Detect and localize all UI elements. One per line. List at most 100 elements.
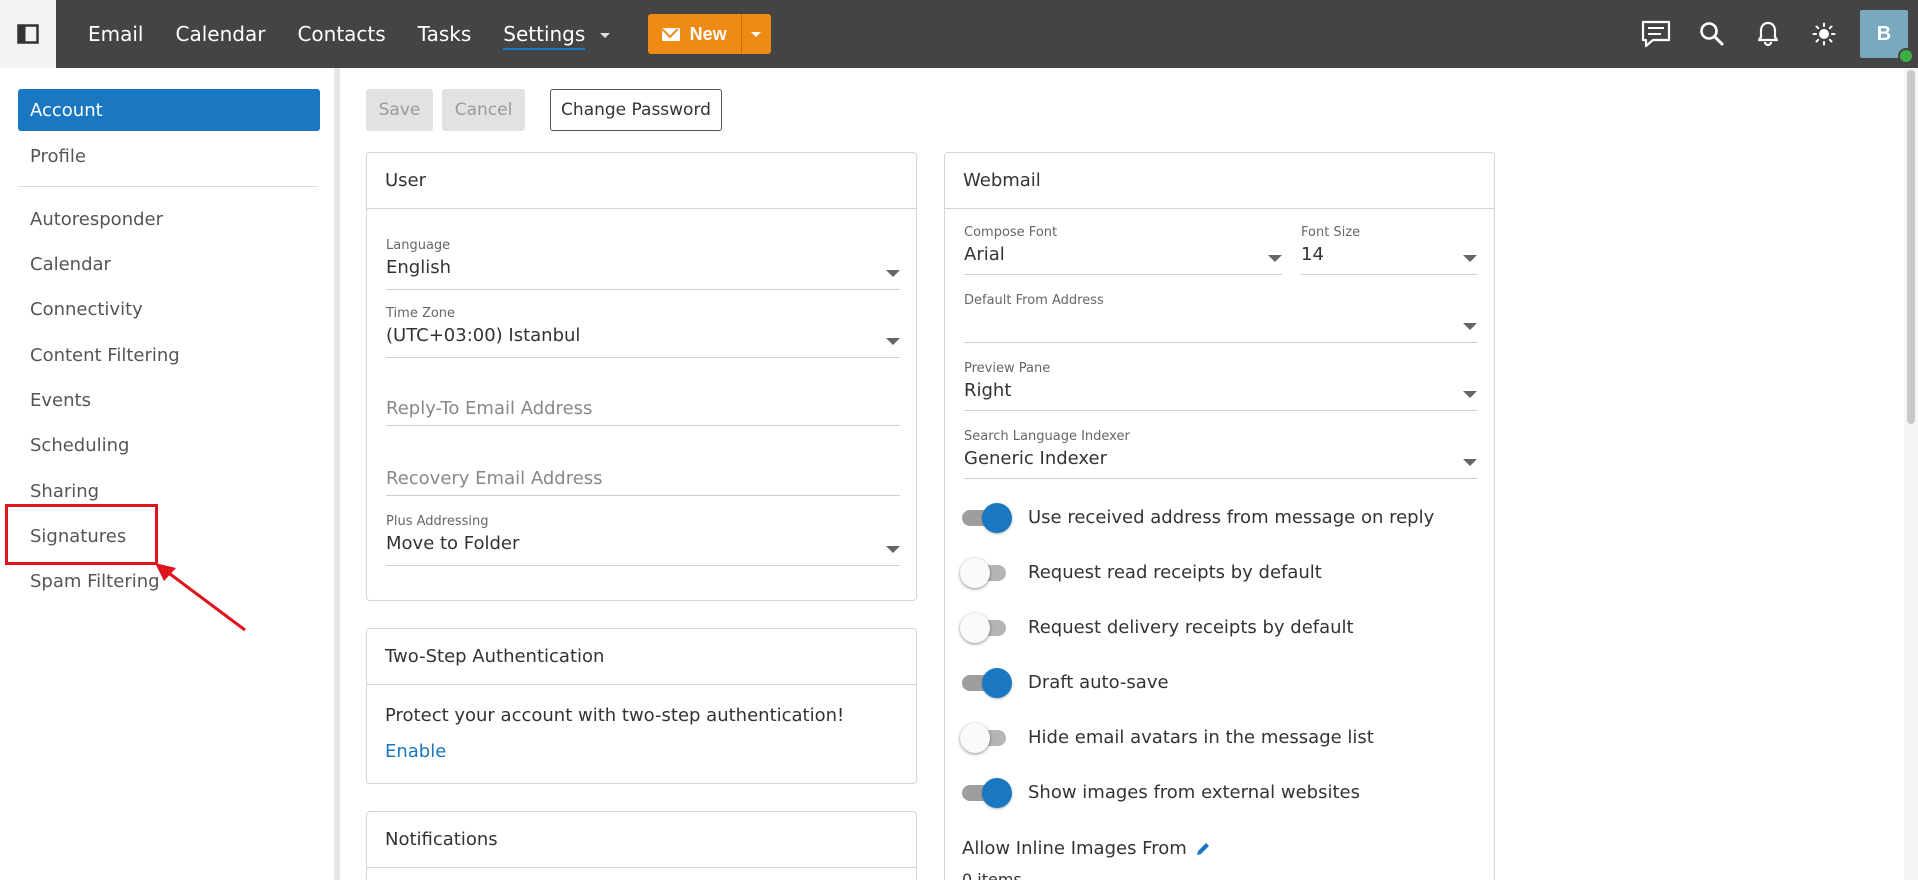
sidebar-item-profile[interactable]: Profile <box>30 146 86 167</box>
toggle-label: Show images from external websites <box>1028 781 1360 803</box>
plus-addressing-value: Move to Folder <box>386 533 520 554</box>
timezone-value: (UTC+03:00) Istanbul <box>386 325 581 346</box>
sidebar-item-account[interactable]: Account <box>18 89 320 131</box>
chevron-down-icon <box>599 33 610 38</box>
notifications-button[interactable] <box>1740 0 1796 68</box>
sidebar-item-connectivity[interactable]: Connectivity <box>30 299 143 320</box>
toggle-knob <box>960 723 990 753</box>
chevron-down-icon <box>1463 323 1477 330</box>
toggle-knob <box>982 503 1012 533</box>
top-navigation-bar: Email Calendar Contacts Tasks Settings N… <box>0 0 1918 68</box>
preview-pane-value: Right <box>964 380 1012 401</box>
cancel-button[interactable]: Cancel <box>442 89 525 131</box>
default-from-address-select[interactable]: Default From Address <box>964 293 1477 345</box>
plus-addressing-label: Plus Addressing <box>386 514 489 529</box>
field-underline <box>386 565 900 566</box>
language-select[interactable]: Language English <box>386 238 900 290</box>
font-size-select[interactable]: Font Size 14 <box>1301 225 1477 277</box>
toggle-row: Request read receipts by default <box>960 558 1322 588</box>
default-from-value <box>964 312 1477 333</box>
chevron-down-icon <box>751 31 762 37</box>
hide-email-avatars-toggle[interactable] <box>960 723 1008 753</box>
chevron-down-icon <box>1463 255 1477 262</box>
change-password-button[interactable]: Change Password <box>550 89 722 131</box>
field-underline <box>964 478 1477 479</box>
new-button-label: New <box>689 23 727 44</box>
nav-contacts[interactable]: Contacts <box>297 22 385 46</box>
chevron-down-icon <box>886 338 900 345</box>
recovery-placeholder: Recovery Email Address <box>386 468 603 489</box>
sidebar-item-content-filtering[interactable]: Content Filtering <box>30 345 180 366</box>
sidebar-item-scheduling[interactable]: Scheduling <box>30 435 129 456</box>
draft-auto-save-toggle[interactable] <box>962 668 1012 698</box>
search-icon <box>1700 22 1724 46</box>
field-underline <box>964 342 1477 343</box>
pencil-icon[interactable] <box>1195 841 1211 857</box>
nav-settings-label: Settings <box>503 22 586 50</box>
sidebar-toggle-icon <box>17 24 39 44</box>
sidebar-toggle-button[interactable] <box>0 0 56 68</box>
notifications-card-title: Notifications <box>367 812 916 868</box>
timezone-select[interactable]: Time Zone (UTC+03:00) Istanbul <box>386 306 900 358</box>
nav-calendar[interactable]: Calendar <box>176 22 266 46</box>
sun-icon <box>1812 22 1836 46</box>
enable-two-step-link[interactable]: Enable <box>385 741 446 762</box>
toggle-row: Use received address from message on rep… <box>962 503 1435 533</box>
toggle-label: Use received address from message on rep… <box>1028 506 1435 528</box>
settings-sidebar: Account Profile Autoresponder Calendar C… <box>0 68 340 880</box>
plus-addressing-select[interactable]: Plus Addressing Move to Folder <box>386 514 900 566</box>
compose-font-value: Arial <box>964 244 1005 265</box>
bell-icon <box>1757 21 1779 47</box>
nav-settings[interactable]: Settings <box>503 22 610 50</box>
default-from-label: Default From Address <box>964 293 1104 308</box>
page-scrollbar[interactable] <box>1904 68 1918 880</box>
chevron-down-icon <box>1268 255 1282 262</box>
sidebar-item-events[interactable]: Events <box>30 390 91 411</box>
reply-to-email-input[interactable]: Reply-To Email Address <box>386 398 900 426</box>
use-received-address-toggle[interactable] <box>962 503 1012 533</box>
scrollbar-thumb[interactable] <box>1907 70 1915 424</box>
search-language-indexer-select[interactable]: Search Language Indexer Generic Indexer <box>964 429 1477 481</box>
sidebar-item-spam-filtering[interactable]: Spam Filtering <box>30 571 160 592</box>
webmail-card-title: Webmail <box>945 153 1494 209</box>
save-button[interactable]: Save <box>366 89 433 131</box>
field-underline <box>1301 274 1477 275</box>
avatar-initial: B <box>1876 22 1892 45</box>
field-underline <box>964 410 1477 411</box>
reply-to-placeholder: Reply-To Email Address <box>386 398 593 419</box>
preview-pane-label: Preview Pane <box>964 361 1051 376</box>
sidebar-item-label: Account <box>30 99 103 121</box>
chat-icon <box>1641 20 1671 48</box>
inline-images-label: Allow Inline Images From <box>962 838 1187 859</box>
allow-inline-images-heading: Allow Inline Images From <box>962 838 1211 859</box>
toggle-label: Request delivery receipts by default <box>1028 616 1354 638</box>
new-split-button: New <box>647 14 771 54</box>
chevron-down-icon <box>1463 391 1477 398</box>
nav-email[interactable]: Email <box>88 22 144 46</box>
search-indexer-value: Generic Indexer <box>964 448 1107 469</box>
language-value: English <box>386 257 451 278</box>
show-external-images-toggle[interactable] <box>962 778 1012 808</box>
toggle-label: Hide email avatars in the message list <box>1028 726 1374 748</box>
preview-pane-select[interactable]: Preview Pane Right <box>964 361 1477 413</box>
new-button[interactable]: New <box>647 14 741 54</box>
sidebar-item-autoresponder[interactable]: Autoresponder <box>30 209 163 230</box>
avatar[interactable]: B <box>1860 10 1914 64</box>
new-dropdown-button[interactable] <box>740 14 771 54</box>
theme-toggle-button[interactable] <box>1796 0 1852 68</box>
chat-button[interactable] <box>1628 0 1684 68</box>
envelope-icon <box>661 27 680 41</box>
toggle-label: Request read receipts by default <box>1028 561 1322 583</box>
chevron-down-icon <box>886 270 900 277</box>
presence-status-icon <box>1898 48 1914 64</box>
search-button[interactable] <box>1684 0 1740 68</box>
recovery-email-input[interactable]: Recovery Email Address <box>386 468 900 496</box>
sidebar-item-calendar[interactable]: Calendar <box>30 254 111 275</box>
chevron-down-icon <box>1463 459 1477 466</box>
toggle-knob <box>982 668 1012 698</box>
nav-tasks[interactable]: Tasks <box>418 22 472 46</box>
request-read-receipts-toggle[interactable] <box>960 558 1008 588</box>
request-delivery-receipts-toggle[interactable] <box>960 613 1008 643</box>
compose-font-select[interactable]: Compose Font Arial <box>964 225 1282 277</box>
sidebar-item-sharing[interactable]: Sharing <box>30 481 99 502</box>
